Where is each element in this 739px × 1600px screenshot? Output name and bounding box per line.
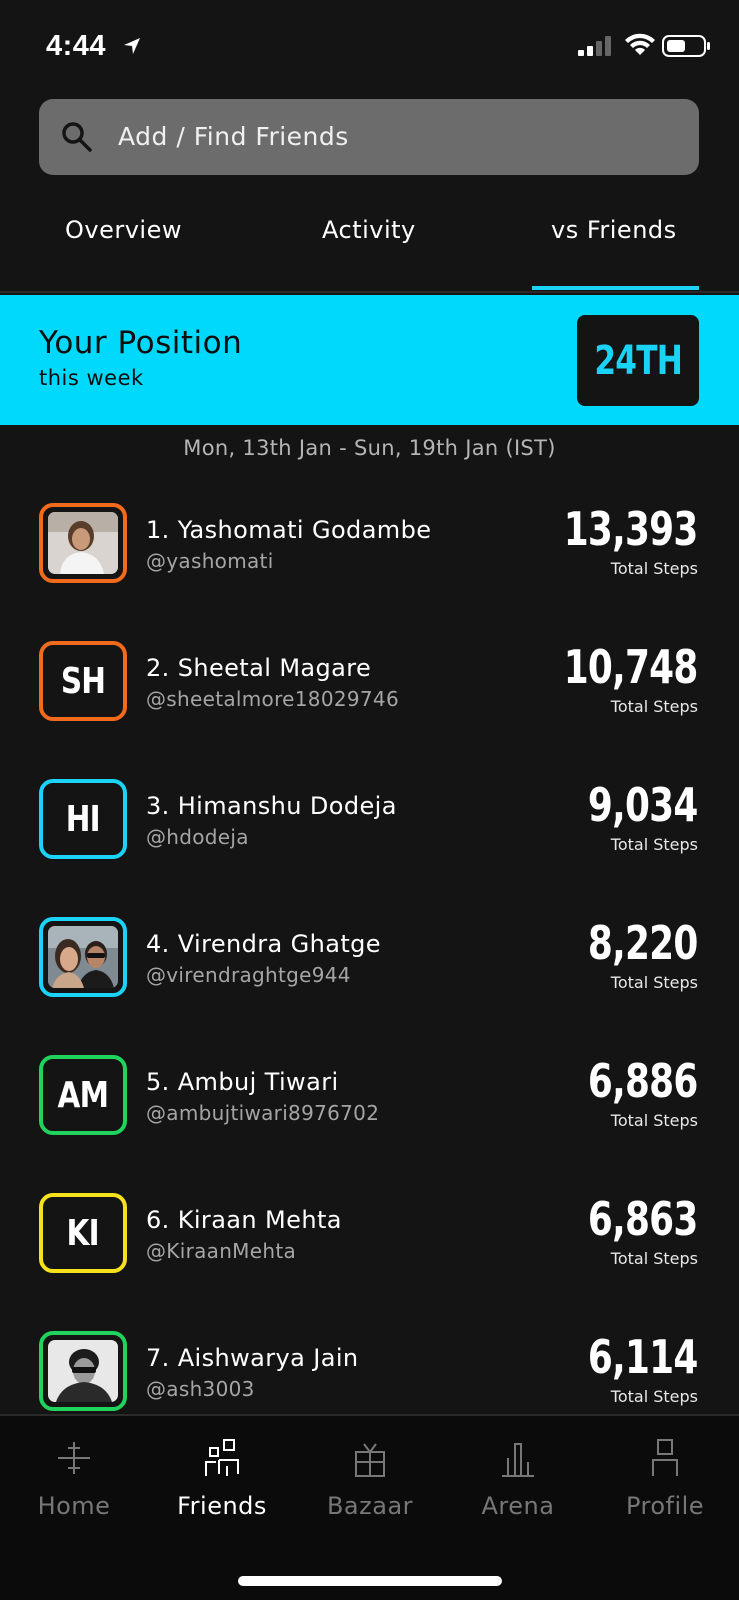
nav-label: Arena (481, 1492, 555, 1520)
avatar[interactable] (39, 917, 127, 997)
tab-activity[interactable]: Activity (322, 216, 416, 244)
leaderboard-row[interactable]: AM 5. Ambuj Tiwari @ambujtiwari8976702 6… (0, 1030, 739, 1168)
avatar-photo (48, 926, 118, 988)
friend-name: 6. Kiraan Mehta (146, 1206, 342, 1234)
steps-label: Total Steps (610, 835, 698, 854)
friend-steps: 8,220 (588, 916, 698, 970)
location-arrow-icon (124, 38, 140, 54)
gift-icon (355, 1443, 385, 1477)
nav-label: Profile (625, 1492, 705, 1520)
cellular-signal-icon (578, 36, 611, 56)
friend-name: 2. Sheetal Magare (146, 654, 372, 682)
steps-label: Total Steps (610, 1249, 698, 1268)
bottom-nav: Home Friends Bazaar Arena Profile (0, 1414, 739, 1600)
steps-label: Total Steps (610, 1387, 698, 1406)
friend-name: 1. Yashomati Godambe (146, 516, 432, 544)
avatar[interactable]: AM (39, 1055, 127, 1135)
friend-steps: 9,034 (588, 778, 698, 832)
avatar[interactable] (39, 1331, 127, 1411)
compass-icon (58, 1442, 90, 1474)
home-indicator[interactable] (238, 1576, 502, 1586)
friend-name: 4. Virendra Ghatge (146, 930, 381, 958)
active-tab-indicator (532, 286, 699, 290)
avatar-initials: AM (57, 1074, 109, 1116)
avatar[interactable]: KI (39, 1193, 127, 1273)
position-subtitle: this week (39, 366, 144, 390)
search-input[interactable]: Add / Find Friends (39, 99, 699, 175)
steps-label: Total Steps (610, 559, 698, 578)
position-title: Your Position (39, 325, 243, 361)
battery-icon (662, 35, 710, 57)
friend-name: 5. Ambuj Tiwari (146, 1068, 339, 1096)
avatar[interactable]: SH (39, 641, 127, 721)
steps-label: Total Steps (610, 697, 698, 716)
friend-handle: @yashomati (146, 549, 274, 573)
steps-label: Total Steps (610, 1111, 698, 1130)
date-range: Mon, 13th Jan - Sun, 19th Jan (IST) (183, 436, 556, 460)
friend-handle: @sheetalmore18029746 (146, 687, 399, 711)
tab-bar: Overview Activity vs Friends (0, 200, 739, 293)
leaderboard-row[interactable]: 1. Yashomati Godambe @yashomati 13,393 T… (0, 478, 739, 616)
avatar-initials: SH (60, 660, 106, 702)
search-icon (62, 122, 92, 152)
nav-bazaar[interactable]: Bazaar (296, 1436, 444, 1520)
friend-steps: 6,114 (588, 1330, 698, 1384)
friend-handle: @hdodeja (146, 825, 249, 849)
friend-handle: @KiraanMehta (146, 1239, 297, 1263)
leaderboard-row[interactable]: KI 6. Kiraan Mehta @KiraanMehta 6,863 To… (0, 1168, 739, 1306)
friend-steps: 13,393 (564, 502, 699, 556)
avatar-initials: KI (66, 1212, 100, 1254)
search-placeholder: Add / Find Friends (118, 122, 349, 151)
nav-label: Home (37, 1492, 111, 1520)
avatar-photo (48, 512, 118, 574)
nav-label: Friends (177, 1492, 267, 1520)
tab-overview[interactable]: Overview (65, 216, 182, 244)
status-bar: 4:44 (0, 0, 739, 92)
avatar[interactable]: HI (39, 779, 127, 859)
leaderboard-row[interactable]: HI 3. Himanshu Dodeja @hdodeja 9,034 Tot… (0, 754, 739, 892)
friend-name: 7. Aishwarya Jain (146, 1344, 359, 1372)
avatar-initials: HI (65, 798, 101, 840)
nav-arena[interactable]: Arena (444, 1436, 592, 1520)
friend-handle: @virendraghtge944 (146, 963, 351, 987)
leaderboard-row[interactable]: SH 2. Sheetal Magare @sheetalmore1802974… (0, 616, 739, 754)
friend-name: 3. Himanshu Dodeja (146, 792, 397, 820)
position-banner: Your Position this week 24TH (0, 295, 739, 425)
friend-steps: 6,886 (588, 1054, 698, 1108)
steps-label: Total Steps (610, 973, 698, 992)
avatar[interactable] (39, 503, 127, 583)
status-time: 4:44 (46, 30, 107, 62)
leaderboard-row[interactable]: 4. Virendra Ghatge @virendraghtge944 8,2… (0, 892, 739, 1030)
tab-vs-friends[interactable]: vs Friends (551, 216, 677, 244)
friend-steps: 6,863 (588, 1192, 698, 1246)
friends-icon (205, 1439, 239, 1476)
friend-handle: @ash3003 (146, 1377, 255, 1401)
nav-friends[interactable]: Friends (148, 1436, 296, 1520)
nav-profile[interactable]: Profile (591, 1436, 739, 1520)
nav-label: Bazaar (326, 1492, 414, 1520)
arena-icon (502, 1443, 534, 1477)
friend-handle: @ambujtiwari8976702 (146, 1101, 380, 1125)
nav-home[interactable]: Home (0, 1436, 148, 1520)
profile-icon (652, 1439, 678, 1476)
wifi-icon (625, 33, 655, 55)
avatar-photo (48, 1340, 118, 1402)
position-rank: 24TH (594, 337, 682, 384)
position-rank-badge: 24TH (577, 315, 699, 406)
friend-steps: 10,748 (564, 640, 699, 694)
